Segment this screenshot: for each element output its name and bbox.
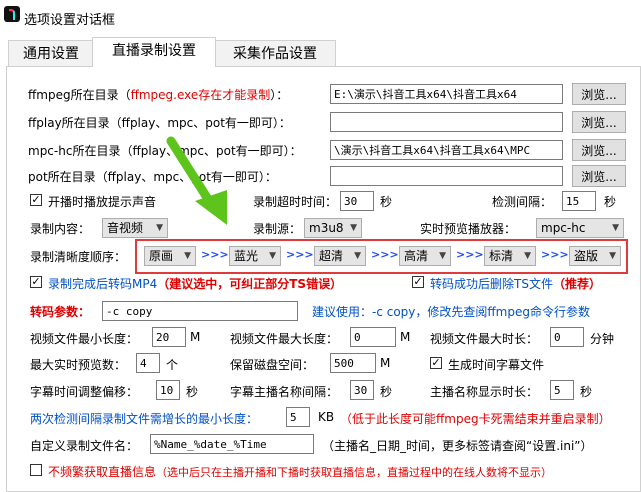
chevron-down-icon: ▼ <box>609 251 616 261</box>
min-size-label: 视频文件最小长度： <box>30 332 139 346</box>
ffplay-dir-label: ffplay所在目录（ffplay、mpc、pot有一即可）： <box>28 116 291 130</box>
content-label: 录制内容： <box>30 222 91 236</box>
anchor-show-input[interactable]: 5 <box>550 380 574 400</box>
max-time-input[interactable]: 0 <box>550 327 584 347</box>
chevron-down-icon: ▼ <box>439 251 446 261</box>
app-logo-icon <box>4 6 20 22</box>
green-arrow-annotation <box>166 136 227 225</box>
tab-general[interactable]: 通用设置 <box>8 40 94 67</box>
delete-ts-checkbox[interactable]: ✓ <box>412 276 424 288</box>
chevron-down-icon: ▼ <box>156 223 163 233</box>
mpchc-dir-input[interactable]: \演示\抖音工具x64\抖音工具x64\MPC <box>330 140 563 160</box>
quality-select-3[interactable]: 超清 ▼ <box>314 246 366 266</box>
max-preview-label: 最大实时预览数： <box>30 358 127 372</box>
chevron-down-icon: ▼ <box>524 251 531 261</box>
infrequent-info-checkbox[interactable] <box>30 464 42 476</box>
sub-offset-unit: 秒 <box>186 385 199 399</box>
tab-collect-works[interactable]: 采集作品设置 <box>214 40 336 67</box>
max-time-unit: 分钟 <box>590 332 615 346</box>
subtitle-gen-label: 生成时间字幕文件 <box>448 358 545 372</box>
max-preview-input[interactable]: 4 <box>136 353 160 373</box>
delete-ts-label: 转码成功后删除TS文件（推荐） <box>430 277 601 291</box>
quality-select-5[interactable]: 标清 ▼ <box>484 246 536 266</box>
order-arrow: >>> <box>201 248 229 261</box>
sub-offset-label: 字幕时间调整偏移： <box>30 385 139 399</box>
chevron-down-icon: ▼ <box>354 251 361 261</box>
filename-input[interactable]: %Name_%date_%Time <box>150 434 314 454</box>
order-arrow: >>> <box>456 248 484 261</box>
anchor-show-label: 主播名称显示时长： <box>430 385 539 399</box>
anchor-show-unit: 秒 <box>580 385 593 399</box>
ffmpeg-dir-label: ffmpeg所在目录（ffmpeg.exe存在才能录制）： <box>28 88 289 102</box>
min-growth-label: 两次检测间隔录制文件需增长的最小长度： <box>30 412 259 426</box>
min-growth-unit: KB <box>318 410 335 424</box>
pot-browse-button[interactable]: 浏览... <box>572 165 626 187</box>
player-label: 实时预览播放器： <box>420 222 517 236</box>
window-title: 选项设置对话框 <box>24 13 116 28</box>
timeout-input[interactable]: 30 <box>340 191 374 211</box>
order-arrow: >>> <box>286 248 314 261</box>
ffmpeg-browse-button[interactable]: 浏览... <box>572 83 626 105</box>
quality-order-label: 录制清晰度顺序： <box>30 250 127 264</box>
player-select[interactable]: mpc-hc ▼ <box>536 218 624 238</box>
min-growth-input[interactable]: 5 <box>286 407 310 427</box>
mpchc-browse-button[interactable]: 浏览... <box>572 139 626 161</box>
title-bar: 选项设置对话框 <box>0 0 641 34</box>
chevron-down-icon: ▼ <box>350 223 357 233</box>
min-size-unit: M <box>190 330 201 344</box>
transcode-params-input[interactable]: -c copy <box>102 301 298 321</box>
source-label: 录制源： <box>253 222 302 236</box>
timeout-label: 录制超时时间： <box>253 195 338 209</box>
ffmpeg-dir-input[interactable]: E:\演示\抖音工具x64\抖音工具x64 <box>330 84 563 104</box>
source-select[interactable]: m3u8 ▼ <box>304 218 362 238</box>
quality-select-1[interactable]: 原画 ▼ <box>144 246 196 266</box>
filename-hint: （主播名_日期_时间，更多标签请查阅“设置.ini”） <box>322 439 593 453</box>
timeout-unit: 秒 <box>380 195 393 209</box>
sub-offset-input[interactable]: 10 <box>156 380 180 400</box>
quality-select-2[interactable]: 蓝光 ▼ <box>229 246 281 266</box>
max-size-unit: M <box>400 330 411 344</box>
reserve-disk-label: 保留磁盘空间： <box>230 358 315 372</box>
prompt-sound-checkbox[interactable]: ✓ <box>30 194 42 206</box>
quality-select-6[interactable]: 盗版 ▼ <box>569 246 621 266</box>
reserve-disk-input[interactable]: 500 <box>330 353 376 373</box>
order-arrow: >>> <box>541 248 569 261</box>
filename-label: 自定义录制文件名： <box>30 439 139 453</box>
transcode-params-hint: 建议使用：-c copy，修改先查阅ffmpeg命令行参数 <box>312 305 590 319</box>
max-time-label: 视频文件最大时长： <box>430 332 539 346</box>
quality-select-4[interactable]: 高清 ▼ <box>399 246 451 266</box>
anchor-interval-input[interactable]: 30 <box>350 380 374 400</box>
tab-bar: 通用设置 直播录制设置 采集作品设置 <box>0 37 641 67</box>
interval-input[interactable]: 15 <box>562 191 596 211</box>
chevron-down-icon: ▼ <box>269 251 276 261</box>
content-select[interactable]: 音视频 ▼ <box>102 218 168 238</box>
tab-live-record[interactable]: 直播录制设置 <box>92 37 216 67</box>
infrequent-info-label: 不频繁获取直播信息（选中后只在主播开播和下播时获取直播信息，直播过程中的在线人数… <box>48 465 553 479</box>
reserve-disk-unit: M <box>380 356 391 370</box>
prompt-sound-label: 开播时播放提示声音 <box>48 195 157 209</box>
ffplay-dir-input[interactable] <box>330 112 563 132</box>
max-size-input[interactable]: 0 <box>350 327 396 347</box>
chevron-down-icon: ▼ <box>184 251 191 261</box>
pot-dir-input[interactable] <box>330 166 563 186</box>
interval-unit: 秒 <box>604 195 617 209</box>
anchor-interval-label: 字幕主播名称间隔： <box>230 385 339 399</box>
convert-mp4-checkbox[interactable]: ✓ <box>30 276 42 288</box>
interval-label: 检测间隔： <box>492 195 553 209</box>
max-preview-unit: 个 <box>166 358 179 372</box>
convert-mp4-label: 录制完成后转码MP4（建议选中，可纠正部分TS错误） <box>48 277 343 291</box>
ffplay-browse-button[interactable]: 浏览... <box>572 111 626 133</box>
min-growth-note: （低于此长度可能ffmpeg卡死需结束并重启录制） <box>340 412 611 426</box>
order-arrow: >>> <box>371 248 399 261</box>
subtitle-gen-checkbox[interactable]: ✓ <box>430 357 442 369</box>
anchor-interval-unit: 秒 <box>380 385 393 399</box>
transcode-params-label: 转码参数： <box>30 305 91 319</box>
min-size-input[interactable]: 20 <box>152 327 186 347</box>
chevron-down-icon: ▼ <box>612 223 619 233</box>
max-size-label: 视频文件最大长度： <box>230 332 339 346</box>
